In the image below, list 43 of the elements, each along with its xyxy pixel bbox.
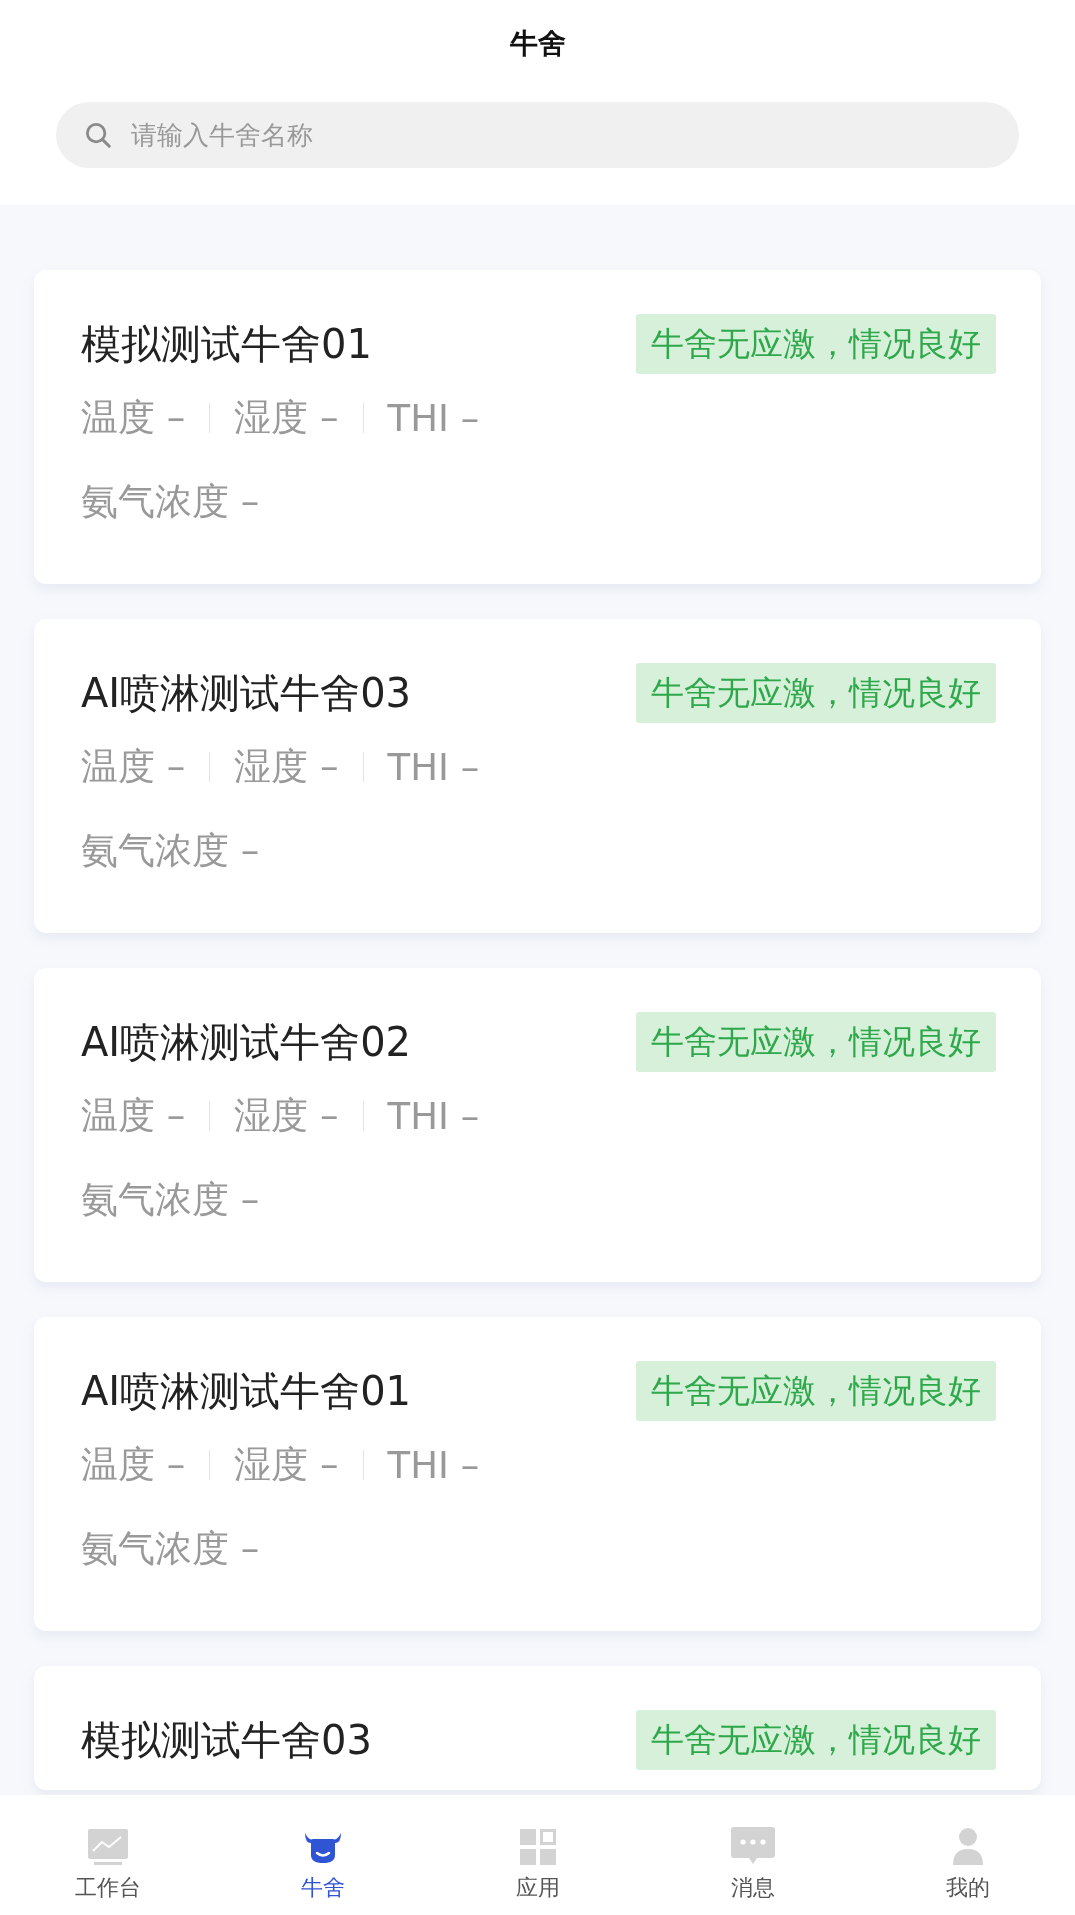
status-tag: 牛舍无应激，情况良好 (636, 314, 996, 374)
metric-reading: THI – (387, 745, 480, 789)
metric-reading: 温度 – (81, 1442, 186, 1488)
chart-icon (87, 1829, 128, 1865)
status-tag: 牛舍无应激，情况良好 (636, 1012, 996, 1072)
search-field[interactable]: 请输入牛舍名称 (56, 102, 1019, 168)
metric-reading: THI – (387, 396, 480, 440)
metric-reading: 温度 – (81, 1093, 186, 1139)
grid-icon (519, 1829, 556, 1865)
person-icon (952, 1827, 983, 1865)
barn-name: AI喷淋测试牛舍01 (81, 1366, 412, 1416)
ammonia-reading: 氨气浓度 – (81, 479, 261, 525)
barn-card[interactable]: 模拟测试牛舍01 牛舍无应激，情况良好 温度 – 湿度 – THI – 氨气浓度 – (34, 270, 1041, 584)
barn-card[interactable]: AI喷淋测试牛舍03 牛舍无应激，情况良好 温度 – 湿度 – THI – 氨气浓度 – (34, 619, 1041, 933)
barn-name: AI喷淋测试牛舍02 (81, 1017, 412, 1067)
ammonia-reading: 氨气浓度 – (81, 1177, 261, 1223)
chat-icon (730, 1827, 775, 1865)
metric-reading: THI – (387, 1094, 480, 1138)
status-tag: 牛舍无应激，情况良好 (636, 1361, 996, 1421)
tab-item[interactable]: 我的 (860, 1795, 1075, 1915)
metric-reading: 温度 – (81, 744, 186, 790)
barn-card[interactable]: 模拟测试牛舍03 牛舍无应激，情况良好 (34, 1666, 1041, 1790)
tab-item[interactable]: 应用 (430, 1795, 645, 1915)
ammonia-reading: 氨气浓度 – (81, 828, 261, 874)
barn-name: AI喷淋测试牛舍03 (81, 668, 412, 718)
barn-card[interactable]: AI喷淋测试牛舍01 牛舍无应激，情况良好 温度 – 湿度 – THI – 氨气浓度 – (34, 1317, 1041, 1631)
tab-item[interactable]: 工作台 (0, 1795, 215, 1915)
tab-item[interactable]: 消息 (645, 1795, 860, 1915)
status-tag: 牛舍无应激，情况良好 (636, 1710, 996, 1770)
metric-reading: 湿度 – (234, 1442, 339, 1488)
barn-name: 模拟测试牛舍03 (81, 1715, 372, 1765)
metric-reading: 湿度 – (234, 744, 339, 790)
barn-name: 模拟测试牛舍01 (81, 319, 372, 369)
metric-reading: 温度 – (81, 395, 186, 441)
barn-card[interactable]: AI喷淋测试牛舍02 牛舍无应激，情况良好 温度 – 湿度 – THI – 氨气浓度 – (34, 968, 1041, 1282)
metric-reading: 湿度 – (234, 395, 339, 441)
tab-item[interactable]: 牛舍 (215, 1795, 430, 1915)
metric-reading: 湿度 – (234, 1093, 339, 1139)
page-title: 牛舍 (509, 26, 566, 62)
status-tag: 牛舍无应激，情况良好 (636, 663, 996, 723)
search-icon (83, 120, 113, 150)
metric-reading: THI – (387, 1443, 480, 1487)
ammonia-reading: 氨气浓度 – (81, 1526, 261, 1572)
